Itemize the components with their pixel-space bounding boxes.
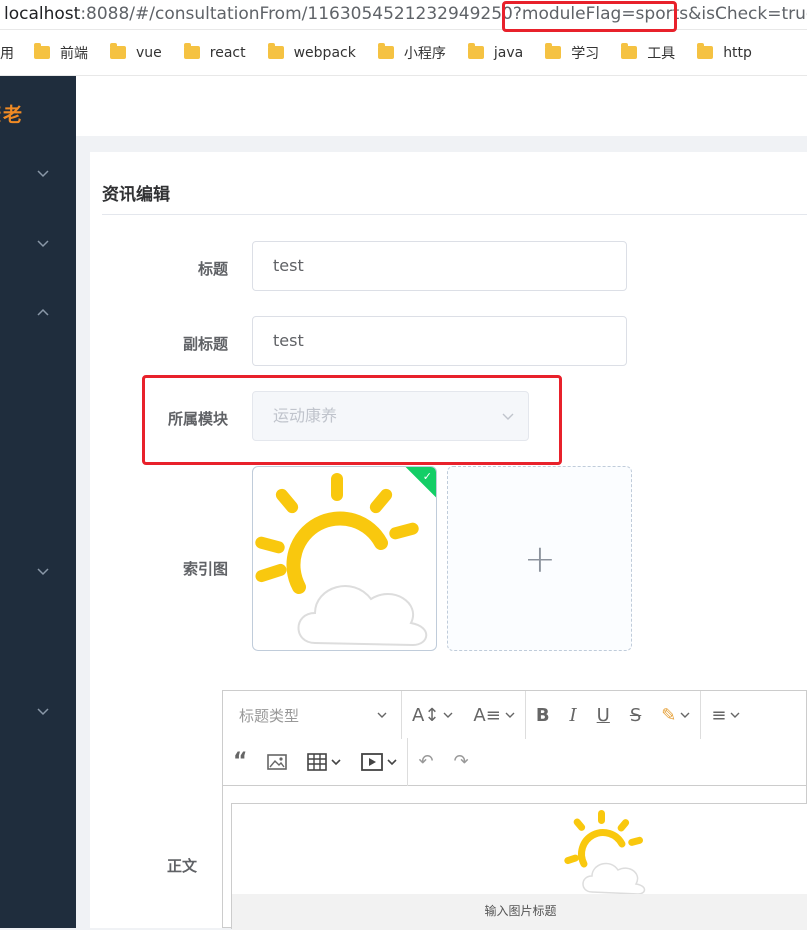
- bookmark-vue[interactable]: vue: [110, 43, 162, 61]
- insert-table-button[interactable]: [297, 738, 351, 786]
- insert-video-button[interactable]: [351, 738, 407, 786]
- bookmark-react[interactable]: react: [183, 43, 246, 61]
- folder-icon: [183, 43, 200, 59]
- folder-icon: [697, 43, 714, 59]
- page-title: 资讯编辑: [102, 185, 170, 205]
- cover-image-label: 索引图: [182, 560, 228, 578]
- url-host: localhost: [4, 4, 81, 24]
- url-path: :8088/#/consultationFrom/116305452123294…: [80, 4, 807, 24]
- editor-toolbar-row-2: “ ↶ ↷: [223, 737, 807, 786]
- bookmark-webpack[interactable]: webpack: [267, 43, 356, 61]
- redo-button[interactable]: ↷: [444, 738, 479, 786]
- subtitle-label: 副标题: [182, 335, 228, 353]
- logo: 康老: [0, 104, 25, 126]
- chevron-down-icon[interactable]: [36, 236, 50, 250]
- chevron-down-icon: [680, 712, 690, 718]
- image-upload-button[interactable]: +: [447, 466, 632, 651]
- strikethrough-button[interactable]: S: [620, 691, 651, 739]
- bold-icon: B: [535, 704, 550, 726]
- title-label: 标题: [197, 260, 228, 278]
- chevron-down-icon[interactable]: [36, 704, 50, 718]
- folder-icon: [110, 43, 126, 59]
- folder-icon: [621, 43, 638, 59]
- chevron-down-icon: [505, 712, 515, 718]
- quote-button[interactable]: “: [223, 738, 257, 786]
- bookmark-tools[interactable]: 工具: [621, 43, 675, 63]
- module-select[interactable]: 运动康养: [252, 391, 529, 441]
- folder-icon: [34, 43, 50, 59]
- folder-icon: [545, 43, 562, 59]
- weather-image: [255, 473, 428, 647]
- body-label: 正文: [166, 857, 197, 875]
- bookmark-java[interactable]: java: [467, 43, 523, 61]
- editor-toolbar-row-1: 标题类型 A↕ A≡ B I U S ✎ ≡: [223, 691, 807, 739]
- sidebar: 康老: [0, 76, 76, 928]
- rich-text-editor[interactable]: 标题类型 A↕ A≡ B I U S ✎ ≡ “ ↶ ↷ 输入图片标题: [222, 690, 807, 930]
- quote-icon: “: [233, 749, 248, 774]
- font-family-button[interactable]: A≡: [463, 691, 524, 739]
- image-caption-input[interactable]: 输入图片标题: [232, 894, 807, 930]
- heading-type-select[interactable]: 标题类型: [223, 691, 401, 739]
- bookmarks-bar: 用 前端 vue react webpack 小程序 java 学习 工具 ht…: [0, 30, 807, 76]
- address-bar[interactable]: localhost:8088/#/consultationFrom/116305…: [0, 0, 807, 30]
- chevron-up-icon[interactable]: [36, 306, 50, 320]
- main-content: 资讯编辑 标题 test 副标题 test 所属模块 运动康养 索引图 ✓ + …: [90, 152, 807, 930]
- insert-image-button[interactable]: [257, 738, 297, 786]
- editor-content[interactable]: 输入图片标题: [231, 803, 807, 930]
- chevron-down-icon: [331, 758, 342, 765]
- subtitle-input[interactable]: test: [252, 316, 627, 366]
- top-header: [76, 76, 807, 136]
- chevron-down-icon: [443, 712, 453, 718]
- font-family-icon: A≡: [473, 704, 501, 726]
- font-size-button[interactable]: A↕: [402, 691, 463, 739]
- highlighter-icon: ✎: [661, 704, 677, 726]
- divider: [102, 214, 807, 215]
- chevron-down-icon[interactable]: [36, 166, 50, 180]
- underline-icon: U: [596, 704, 610, 726]
- folder-icon: [467, 43, 484, 59]
- undo-button[interactable]: ↶: [408, 738, 443, 786]
- chevron-down-icon[interactable]: [36, 564, 50, 578]
- folder-icon: [377, 43, 394, 59]
- module-select-value: 运动康养: [273, 406, 338, 425]
- weather-image: [564, 810, 646, 894]
- table-icon: [307, 752, 328, 771]
- plus-icon: +: [524, 537, 556, 581]
- underline-button[interactable]: U: [587, 691, 620, 739]
- chevron-down-icon: [502, 413, 514, 420]
- chevron-down-icon: [387, 758, 398, 765]
- align-button[interactable]: ≡: [701, 691, 750, 739]
- module-label: 所属模块: [167, 410, 228, 428]
- align-left-icon: ≡: [711, 704, 727, 726]
- bookmark-apps[interactable]: 用: [0, 43, 14, 63]
- title-input[interactable]: test: [252, 241, 627, 291]
- bookmark-frontend[interactable]: 前端: [34, 43, 88, 63]
- strikethrough-icon: S: [629, 704, 642, 726]
- bold-button[interactable]: B: [526, 691, 560, 739]
- font-size-icon: A↕: [412, 704, 440, 726]
- highlight-button[interactable]: ✎: [651, 691, 700, 739]
- redo-icon: ↷: [453, 751, 469, 772]
- video-icon: [361, 752, 384, 771]
- italic-button[interactable]: I: [560, 691, 587, 739]
- bookmark-miniprogram[interactable]: 小程序: [377, 43, 446, 63]
- bookmark-http[interactable]: http: [697, 43, 752, 61]
- chevron-down-icon: [730, 712, 740, 718]
- image-icon: [267, 753, 288, 770]
- bookmark-study[interactable]: 学习: [545, 43, 599, 63]
- undo-icon: ↶: [418, 751, 434, 772]
- folder-icon: [267, 43, 284, 59]
- check-icon: ✓: [422, 470, 432, 483]
- chevron-down-icon: [377, 712, 387, 718]
- cover-image-thumbnail[interactable]: ✓: [252, 466, 437, 651]
- italic-icon: I: [569, 704, 577, 726]
